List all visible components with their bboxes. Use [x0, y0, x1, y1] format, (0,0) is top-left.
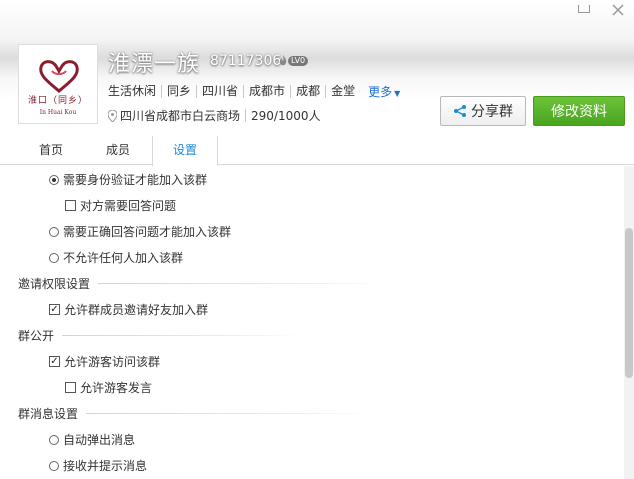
invite-section-title: 邀请权限设置	[18, 275, 389, 292]
section-title-text: 邀请权限设置	[18, 277, 91, 291]
section-divider	[98, 283, 389, 284]
answer-required-option[interactable]: 对方需要回答问题	[65, 197, 176, 214]
public-section-title: 群公开	[18, 327, 303, 344]
group-id: 87117306	[210, 53, 282, 69]
option-label: 对方需要回答问题	[80, 199, 177, 213]
group-header: 淮口（同乡） In Huai Kou 淮漂一族 87117306 LV0 生活休…	[0, 0, 634, 136]
settings-panel: 需要身份验证才能加入该群 对方需要回答问题 需要正确回答问题才能加入该群 不允许…	[0, 166, 624, 479]
option-label: 不允许任何人加入该群	[63, 251, 184, 265]
radio-unchecked-icon[interactable]	[49, 434, 59, 445]
section-title-text: 群公开	[18, 329, 55, 343]
visitor-access-option[interactable]: ✓ 允许游客访问该群	[49, 353, 160, 370]
tab-members[interactable]: 成员	[85, 136, 151, 165]
logo-text: 淮口（同乡）	[27, 96, 88, 106]
option-label: 允许游客访问该群	[64, 355, 161, 369]
tag-item[interactable]: 四川省	[196, 85, 243, 98]
tag-item[interactable]: 成都市	[243, 85, 290, 98]
radio-unchecked-icon[interactable]	[49, 226, 59, 237]
popup-message-option[interactable]: 自动弹出消息	[49, 431, 135, 448]
option-label: 接收并提示消息	[63, 459, 148, 473]
option-label: 需要正确回答问题才能加入该群	[63, 225, 232, 239]
section-divider	[62, 335, 303, 336]
close-button[interactable]	[605, 0, 631, 20]
edit-label: 修改资料	[551, 104, 607, 120]
share-group-button[interactable]: 分享群	[440, 96, 526, 126]
section-divider	[86, 413, 377, 414]
minimize-icon	[578, 5, 590, 13]
join-correct-answer-option[interactable]: 需要正确回答问题才能加入该群	[49, 223, 231, 240]
caret-down-icon: ▼	[394, 89, 401, 98]
tag-item[interactable]: 成都	[290, 85, 325, 98]
close-icon	[612, 4, 624, 16]
checkbox-checked-icon[interactable]: ✓	[49, 356, 60, 367]
visitor-speak-option[interactable]: 允许游客发言	[65, 379, 152, 396]
section-title-text: 群消息设置	[18, 407, 79, 421]
group-avatar[interactable]: 淮口（同乡） In Huai Kou	[18, 44, 98, 124]
radio-checked-icon[interactable]	[49, 174, 59, 185]
more-label: 更多	[368, 85, 393, 99]
vertical-scrollbar[interactable]	[624, 166, 634, 479]
tag-item[interactable]: 同乡	[161, 85, 196, 98]
scrollbar-thumb[interactable]	[625, 228, 633, 378]
tab-bar: 首页 成员 设置	[0, 136, 634, 166]
edit-profile-button[interactable]: 修改资料	[533, 96, 625, 126]
level-label: LV0	[288, 56, 309, 66]
share-label: 分享群	[471, 104, 513, 120]
radio-unchecked-icon[interactable]	[49, 252, 59, 263]
minimize-button[interactable]	[571, 0, 597, 20]
location-text: 四川省成都市白云商场	[120, 109, 241, 123]
group-tags: 生活休闲 同乡 四川省 成都市 成都 金堂 更多 ▼	[108, 83, 400, 100]
separator	[245, 109, 247, 122]
flame-icon	[279, 55, 287, 66]
member-invite-option[interactable]: ✓ 允许群成员邀请好友加入群	[49, 301, 208, 318]
group-name: 淮漂一族	[108, 52, 201, 77]
group-location-row: 四川省成都市白云商场 290/1000人	[108, 107, 321, 124]
option-label: 自动弹出消息	[63, 433, 136, 447]
location-pin-icon	[108, 109, 117, 122]
checkbox-checked-icon[interactable]: ✓	[49, 304, 60, 315]
tag-item[interactable]: 金堂	[325, 85, 360, 98]
member-count: 290/1000人	[251, 109, 321, 123]
message-section-title: 群消息设置	[18, 405, 377, 422]
option-label: 允许游客发言	[80, 381, 153, 395]
more-tags-link[interactable]: 更多 ▼	[360, 83, 400, 100]
tab-settings[interactable]: 设置	[152, 136, 218, 166]
option-label: 需要身份验证才能加入该群	[63, 173, 208, 187]
radio-unchecked-icon[interactable]	[49, 460, 59, 471]
level-badge: LV0	[279, 54, 309, 68]
receive-notify-option[interactable]: 接收并提示消息	[49, 457, 147, 474]
checkbox-unchecked-icon[interactable]	[65, 200, 76, 211]
join-verify-option[interactable]: 需要身份验证才能加入该群	[49, 171, 207, 188]
tab-home[interactable]: 首页	[18, 136, 84, 165]
share-icon	[454, 105, 466, 117]
option-label: 允许群成员邀请好友加入群	[64, 303, 209, 317]
logo-subtext: In Huai Kou	[39, 109, 77, 116]
checkbox-unchecked-icon[interactable]	[65, 382, 76, 393]
join-disallow-option[interactable]: 不允许任何人加入该群	[49, 249, 183, 266]
tag-item[interactable]: 生活休闲	[108, 85, 161, 98]
